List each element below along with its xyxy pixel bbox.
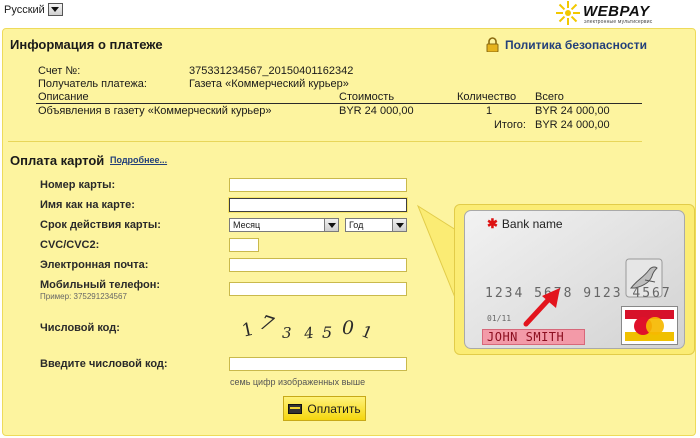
svg-text:3: 3 (282, 324, 292, 342)
item-total: BYR 24 000,00 (535, 105, 610, 117)
col-cost: Стоимость (339, 91, 395, 103)
card-number-sample: 1234 5678 9123 4567 (485, 286, 672, 301)
card-number-label: Номер карты: (40, 179, 116, 191)
card-name-label: Имя как на карте: (40, 199, 135, 211)
sun-icon (556, 1, 580, 25)
year-select[interactable]: Год (345, 218, 407, 232)
svg-text:1: 1 (359, 321, 376, 342)
lock-icon (486, 37, 499, 52)
card-number-input[interactable] (229, 178, 407, 192)
svg-text:4: 4 (302, 324, 315, 343)
invoice-label: Счет №: (38, 65, 81, 77)
arrow-icon (523, 288, 560, 327)
svg-text:0: 0 (342, 317, 354, 339)
item-description: Объявления в газету «Коммерческий курьер… (38, 105, 272, 117)
cvc-input[interactable] (229, 238, 259, 252)
month-select-value: Месяц (233, 220, 261, 230)
payment-info-title: Информация о платеже (10, 37, 163, 52)
more-info-link[interactable]: Подробнее... (110, 155, 167, 165)
item-quantity: 1 (486, 105, 493, 117)
card-icon (288, 403, 303, 414)
security-policy-link[interactable]: Политика безопасности (486, 37, 647, 52)
col-description: Описание (38, 91, 89, 103)
webpay-logo: WEBPAY электронные мультисервис (556, 1, 696, 27)
phone-hint: Пример: 375291234567 (40, 292, 127, 301)
card-expiry-sample: 01/11 (487, 314, 512, 323)
recipient-label: Получатель платежа: (38, 78, 147, 90)
chevron-down-icon[interactable] (324, 219, 338, 231)
captcha-input[interactable] (229, 357, 407, 371)
chevron-down-icon[interactable] (392, 219, 406, 231)
year-select-value: Год (349, 220, 364, 230)
svg-text:1: 1 (240, 319, 256, 342)
item-cost: BYR 24 000,00 (339, 105, 414, 117)
grand-total-label: Итого: (494, 119, 526, 131)
bank-logo-icon: ✱ (487, 216, 498, 231)
phone-input[interactable] (229, 282, 407, 296)
month-select[interactable]: Месяц (229, 218, 339, 232)
svg-text:5: 5 (322, 323, 332, 342)
logo-subtitle: электронные мультисервис (584, 19, 653, 25)
pay-button[interactable]: Оплатить (283, 396, 366, 421)
grand-total-value: BYR 24 000,00 (535, 119, 610, 131)
security-policy-label[interactable]: Политика безопасности (505, 38, 647, 52)
email-label: Электронная почта: (40, 259, 149, 271)
enter-code-label: Введите числовой код: (40, 358, 168, 370)
cvc-label: CVC/CVC2: (40, 239, 100, 251)
mastercard-logo-icon (621, 306, 678, 345)
table-header-divider (36, 103, 642, 104)
card-payment-title: Оплата картой (10, 153, 105, 168)
captcha-image: 1 7 3 4 5 0 1 (240, 310, 376, 343)
logo-text: WEBPAY (583, 3, 650, 20)
section-divider (8, 141, 642, 142)
pay-button-label: Оплатить (307, 401, 361, 416)
svg-text:7: 7 (257, 310, 277, 337)
expiry-label: Срок действия карты: (40, 219, 161, 231)
invoice-value: 375331234567_20150401162342 (189, 65, 354, 77)
col-total: Всего (535, 91, 564, 103)
col-quantity: Количество (457, 91, 517, 103)
chevron-down-icon[interactable] (47, 3, 63, 16)
card-holder-sample: JOHN SMITH (482, 329, 585, 345)
captcha-caption: семь цифр изображенных выше (230, 377, 366, 387)
bank-name: ✱ Bank name (487, 216, 563, 232)
recipient-value: Газета «Коммерческий курьер» (189, 78, 349, 90)
card-name-input[interactable] (229, 198, 407, 212)
email-input[interactable] (229, 258, 407, 272)
phone-label: Мобильный телефон: (40, 279, 161, 291)
language-selector[interactable]: Русский (4, 3, 63, 16)
language-label: Русский (4, 3, 45, 16)
captcha-label: Числовой код: (40, 322, 120, 334)
bank-name-label: Bank name (501, 217, 563, 231)
